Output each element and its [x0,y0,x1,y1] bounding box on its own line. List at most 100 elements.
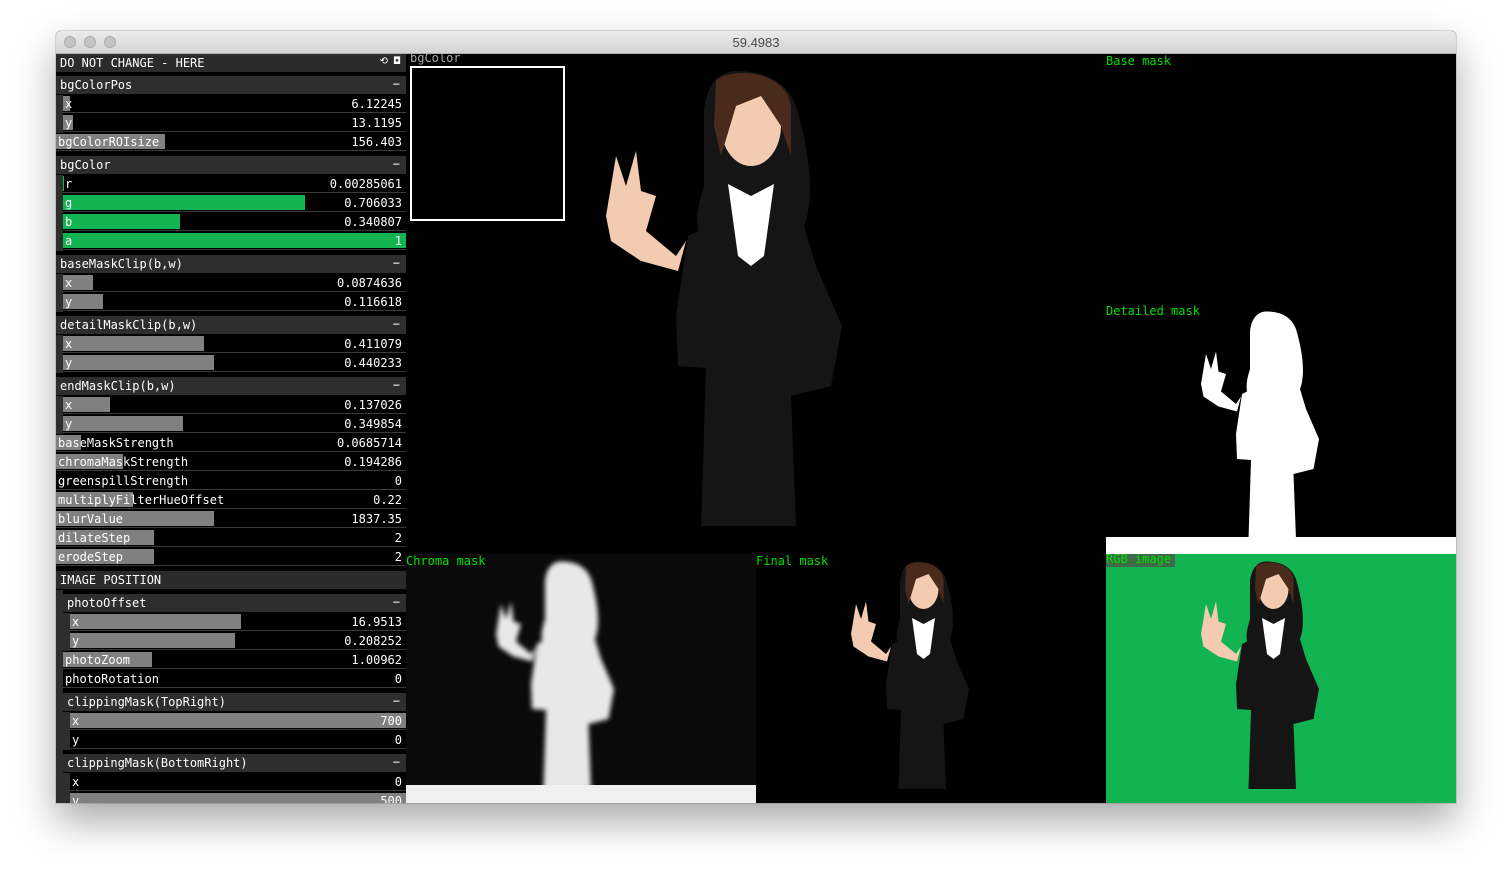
slider-value: 1.00962 [351,653,402,667]
slider-value: 1 [394,234,402,248]
slider-fill [70,614,242,629]
gui-title-bar[interactable]: DO NOT CHANGE - HERE ⟲ ◘ [56,54,406,72]
slider-label: x [65,97,73,111]
slider-photoZoom[interactable]: photoZoom 1.00962 [63,651,406,669]
slider-value: 156.403 [351,135,402,149]
bgColor-roi-box[interactable] [410,66,565,221]
slider-label: x [72,775,80,789]
slider-fill [63,416,184,431]
group-photoOffset[interactable]: photoOffset − [63,594,406,612]
gui-panel: DO NOT CHANGE - HERE ⟲ ◘ bgColorPos − x … [56,54,406,803]
group-label: clippingMask(BottomRight) [67,756,248,770]
slider-label: a [65,234,73,248]
title-bar[interactable]: 59.4983 [56,31,1456,54]
slider-label: y [65,417,73,431]
minimize-icon[interactable]: − [393,595,400,609]
group-indent [56,335,63,373]
slider-label: y [65,116,73,130]
final-mask-image [851,561,969,789]
slider-bgColor-a[interactable]: a 1 [63,232,406,250]
minimize-icon[interactable]: − [393,77,400,91]
minimize-icon[interactable]: − [393,755,400,769]
group-label: bgColor [60,158,111,172]
slider-detailMaskClip-y[interactable]: y 0.440233 [63,354,406,372]
group-bgColorPos[interactable]: bgColorPos − [56,76,406,94]
slider-label: photoRotation [65,672,159,686]
slider-fill [70,633,235,648]
group-indent [56,175,63,251]
slider-erodeStep[interactable]: erodeStep 2 [56,548,406,566]
base-mask-view: Base mask [1106,54,1456,304]
slider-clippingMaskBR-x[interactable]: x 0 [70,773,406,791]
slider-chromaMaskStrength[interactable]: chromaMaskStrength 0.194286 [56,453,406,471]
group-indent [56,274,63,312]
view-label: Final mask [756,554,829,568]
slider-value: 16.9513 [351,615,402,629]
slider-clippingMaskTR-x[interactable]: x 700 [70,712,406,730]
slider-label: b [65,215,73,229]
slider-label: y [65,295,73,309]
chroma-mask-view: Chroma mask [406,554,756,803]
slider-label: greenspillStrength [58,474,189,488]
group-label: photoOffset [67,596,147,610]
group-clippingMask-topright[interactable]: clippingMask(TopRight) − [63,693,406,711]
slider-value: 0.22 [373,493,402,507]
group-label: bgColorPos [60,78,133,92]
slider-dilateStep[interactable]: dilateStep 2 [56,529,406,547]
slider-bgColor-g[interactable]: g 0.706033 [63,194,406,212]
slider-value: 0.340807 [344,215,402,229]
slider-value: 6.12245 [351,97,402,111]
group-clippingMask-bottomright[interactable]: clippingMask(BottomRight) − [63,754,406,772]
slider-photoRotation[interactable]: photoRotation 0 [63,670,406,688]
group-detailMaskClip[interactable]: detailMaskClip(b,w) − [56,316,406,334]
slider-baseMaskClip-y[interactable]: y 0.116618 [63,293,406,311]
slider-bgColorPos-x[interactable]: x 6.12245 [63,95,406,113]
group-indent [63,712,70,750]
minimize-icon[interactable]: − [393,157,400,171]
group-bgColor[interactable]: bgColor − [56,156,406,174]
slider-bgColor-b[interactable]: b 0.340807 [63,213,406,231]
slider-value: 0.440233 [344,356,402,370]
slider-bgColor-r[interactable]: r 0.00285061 [63,175,406,193]
slider-photoOffset-y[interactable]: y 0.208252 [70,632,406,650]
slider-value: 0 [394,672,402,686]
slider-value: 0.116618 [344,295,402,309]
slider-value: 500 [380,794,402,803]
slider-bgColorPos-y[interactable]: y 13.1195 [63,114,406,132]
slider-endMaskClip-y[interactable]: y 0.349854 [63,415,406,433]
gui-title: IMAGE POSITION [60,573,162,587]
slider-bgColorROIsize[interactable]: bgColorROIsize 156.403 [56,133,406,151]
slider-clippingMaskTR-y[interactable]: y 0 [70,731,406,749]
slider-clippingMaskBR-y[interactable]: y 500 [70,792,406,803]
slider-multiplyFilterHueOffset[interactable]: multiplyFilterHueOffset 0.22 [56,491,406,509]
slider-fill [63,336,204,351]
group-label: clippingMask(TopRight) [67,695,226,709]
slider-detailMaskClip-x[interactable]: x 0.411079 [63,335,406,353]
slider-baseMaskStrength[interactable]: baseMaskStrength 0.0685714 [56,434,406,452]
gui-save-load-icons[interactable]: ⟲ ◘ [380,56,400,67]
slider-baseMaskClip-x[interactable]: x 0.0874636 [63,274,406,292]
slider-fill [63,355,214,370]
minimize-icon[interactable]: − [393,256,400,270]
slider-label: x [65,276,73,290]
app-window: 59.4983 DO NOT CHANGE - HERE ⟲ ◘ bgColor… [56,31,1456,803]
slider-label: bgColorROIsize [58,135,160,149]
slider-label: y [65,356,73,370]
slider-blurValue[interactable]: blurValue 1837.35 [56,510,406,528]
group-baseMaskClip[interactable]: baseMaskClip(b,w) − [56,255,406,273]
slider-value: 0.411079 [344,337,402,351]
slider-greenspillStrength[interactable]: greenspillStrength 0 [56,472,406,490]
group-endMaskClip[interactable]: endMaskClip(b,w) − [56,377,406,395]
detailed-mask-view: Detailed mask [1106,304,1456,554]
slider-value: 0.137026 [344,398,402,412]
slider-label: x [72,615,80,629]
minimize-icon[interactable]: − [393,694,400,708]
gui-image-position-title[interactable]: IMAGE POSITION [56,571,406,589]
minimize-icon[interactable]: − [393,378,400,392]
window-title: 59.4983 [732,35,780,50]
slider-photoOffset-x[interactable]: x 16.9513 [70,613,406,631]
slider-endMaskClip-x[interactable]: x 0.137026 [63,396,406,414]
minimize-icon[interactable]: − [393,317,400,331]
slider-label: x [65,337,73,351]
slider-value: 0.349854 [344,417,402,431]
